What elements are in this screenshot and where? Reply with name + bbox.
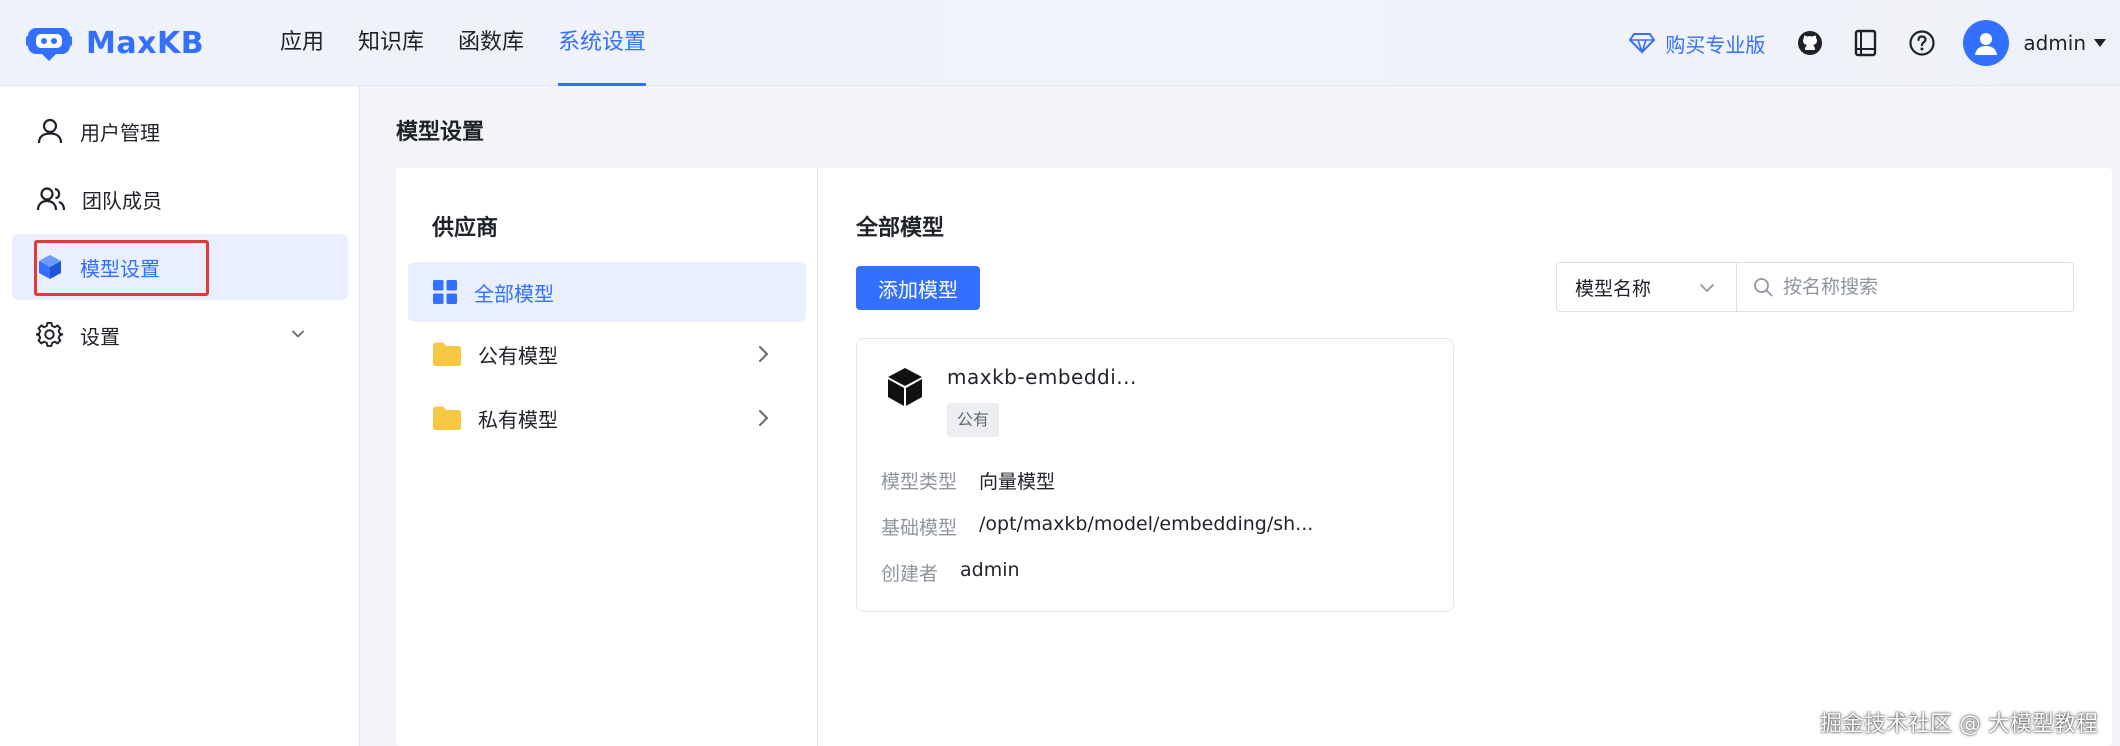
model-info-row: 创建者 admin [881,559,1020,586]
nav-item-functions[interactable]: 函数库 [458,0,524,86]
chevron-down-icon [292,330,304,338]
username[interactable]: admin [2023,31,2086,55]
model-settings-panel: 供应商 全部模型 公有模型 私有模型 全部模型 添加模型 模型名称 按名称搜索 … [396,168,2112,746]
grid-icon [433,280,457,304]
model-info-row: 基础模型 /opt/maxkb/model/embedding/sh... [881,513,1313,540]
sidebar: 用户管理 团队成员 模型设置 设置 [0,86,360,746]
diamond-icon [1629,33,1656,54]
maxkb-logo-icon [26,24,72,62]
sidebar-item-user-management[interactable]: 用户管理 [12,98,348,164]
user-icon [37,118,63,144]
search-icon [1754,278,1773,297]
app-logo[interactable]: MaxKB [26,22,204,64]
avatar-icon[interactable] [1963,20,2010,66]
provider-item-label: 私有模型 [478,407,558,432]
book-icon[interactable] [1851,28,1881,58]
page-title: 模型设置 [396,120,485,145]
sidebar-item-model-settings[interactable]: 模型设置 [12,234,348,300]
sidebar-item-label: 团队成员 [82,188,162,213]
provider-item-label: 公有模型 [478,343,558,368]
sidebar-item-settings[interactable]: 设置 [12,302,348,368]
model-info-row: 模型类型 向量模型 [881,467,1055,494]
app-name: MaxKB [86,25,205,61]
nav-item-knowledge[interactable]: 知识库 [358,0,424,86]
folder-icon [433,342,461,366]
github-icon[interactable] [1795,28,1825,58]
team-icon [36,187,66,211]
model-name: maxkb-embeddi... [947,365,1137,389]
provider-title: 供应商 [432,216,499,241]
sidebar-item-label: 用户管理 [80,120,160,145]
buy-pro-label: 购买专业版 [1665,32,1766,57]
chevron-right-icon [759,346,768,362]
cube-icon [888,368,922,406]
watermark: 掘金技术社区 @ 大模型教程 [1820,712,2098,737]
base-model-value: /opt/maxkb/model/embedding/sh... [979,513,1314,535]
chevron-down-icon [1700,284,1714,292]
model-search-bar: 模型名称 [1556,262,2074,312]
folder-icon [433,406,461,430]
search-field [1737,263,2073,311]
caret-down-icon[interactable] [2094,39,2106,47]
provider-item-label: 全部模型 [474,281,554,306]
top-header: MaxKB 应用 知识库 函数库 系统设置 购买专业版 admin [0,0,2120,86]
models-section-title: 全部模型 [856,216,945,241]
sidebar-item-label: 设置 [80,324,120,349]
chevron-right-icon [759,410,768,426]
search-input[interactable] [1783,276,2063,298]
provider-item-public-models[interactable]: 公有模型 [408,324,806,384]
gear-icon [36,321,64,347]
model-type-value: 向量模型 [979,471,1056,493]
creator-value: admin [960,559,1020,581]
nav-item-system-settings[interactable]: 系统设置 [558,0,647,86]
search-select-value: 模型名称 [1575,277,1652,300]
creator-label: 创建者 [881,563,939,585]
nav-item-apps[interactable]: 应用 [280,0,324,86]
model-type-label: 模型类型 [881,471,958,493]
buy-pro-button[interactable]: 购买专业版 [1629,29,1765,58]
model-card[interactable]: maxkb-embeddi... 公有 模型类型 向量模型 基础模型 /opt/… [856,338,1454,612]
main-nav: 应用 知识库 函数库 系统设置 [280,0,680,86]
cube-icon [39,255,61,279]
base-model-label: 基础模型 [881,517,958,539]
provider-item-private-models[interactable]: 私有模型 [408,388,806,448]
provider-list: 供应商 全部模型 公有模型 私有模型 [396,168,818,746]
add-model-button[interactable]: 添加模型 [856,266,980,310]
help-icon[interactable] [1907,28,1937,58]
sidebar-item-team-members[interactable]: 团队成员 [12,166,348,232]
provider-item-all-models[interactable]: 全部模型 [408,262,806,322]
sidebar-item-label: 模型设置 [80,256,160,281]
model-visibility-badge: 公有 [947,403,1000,437]
search-field-select[interactable]: 模型名称 [1557,263,1737,311]
header-actions: 购买专业版 admin [1629,0,2120,86]
